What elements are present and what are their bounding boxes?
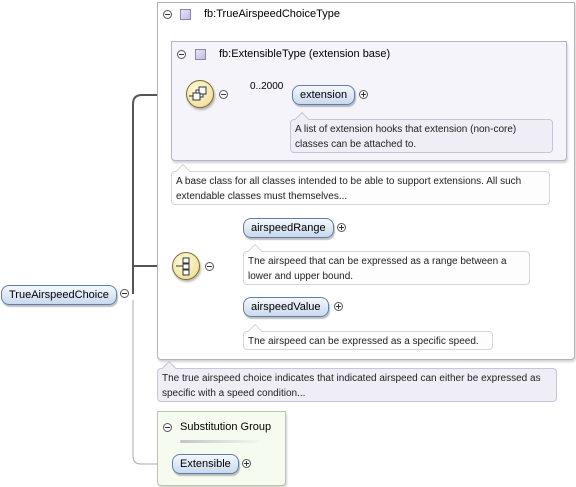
choice-glyph-icon	[176, 257, 190, 276]
substitution-member-label: Extensible	[180, 458, 231, 470]
collapse-toggle-root[interactable]	[120, 289, 129, 298]
complex-type-icon	[180, 9, 191, 20]
choice-item-label: airspeedRange	[251, 222, 326, 234]
substitution-member-node[interactable]: Extensible	[172, 454, 239, 474]
expand-toggle-extension[interactable]	[359, 90, 368, 99]
choice-item-label: airspeedValue	[251, 301, 321, 313]
expand-toggle-extensible[interactable]	[242, 459, 251, 468]
extension-element-label: extension	[300, 89, 348, 101]
substitution-group-title: Substitution Group	[180, 421, 272, 433]
choice-compositor-icon[interactable]	[172, 252, 200, 280]
extension-doc: A list of extension hooks that extension…	[290, 119, 553, 153]
collapse-toggle-substitution[interactable]	[163, 423, 172, 432]
airspeed-range-doc: The airspeed that can be expressed as a …	[243, 251, 530, 285]
type-doc: A base class for all classes intended to…	[171, 171, 550, 205]
title-underline	[180, 440, 260, 443]
root-element-label: TrueAirspeedChoice	[9, 289, 109, 301]
extension-base-title: fb:ExtensibleType (extension base)	[219, 48, 391, 60]
element-doc: The true airspeed choice indicates that …	[157, 368, 557, 402]
sequence-glyph-icon	[189, 86, 207, 101]
collapse-toggle-base[interactable]	[177, 50, 186, 59]
expand-toggle-airspeed-value[interactable]	[334, 302, 343, 311]
collapse-toggle-sequence[interactable]	[219, 90, 228, 99]
airspeed-value-doc: The airspeed can be expressed as a speci…	[243, 331, 493, 350]
type-title: fb:TrueAirspeedChoiceType	[204, 8, 340, 20]
sequence-compositor-icon[interactable]	[186, 80, 214, 108]
choice-item-node[interactable]: airspeedValue	[243, 297, 329, 317]
expand-toggle-airspeed-range[interactable]	[337, 223, 346, 232]
complex-type-icon	[195, 49, 206, 60]
occurrence-label: 0..2000	[250, 81, 284, 92]
collapse-toggle-type[interactable]	[163, 10, 172, 19]
choice-item-node[interactable]: airspeedRange	[243, 218, 334, 238]
root-element-node[interactable]: TrueAirspeedChoice	[1, 285, 117, 305]
extension-element-node[interactable]: extension	[292, 85, 356, 105]
collapse-toggle-choice[interactable]	[205, 262, 214, 271]
